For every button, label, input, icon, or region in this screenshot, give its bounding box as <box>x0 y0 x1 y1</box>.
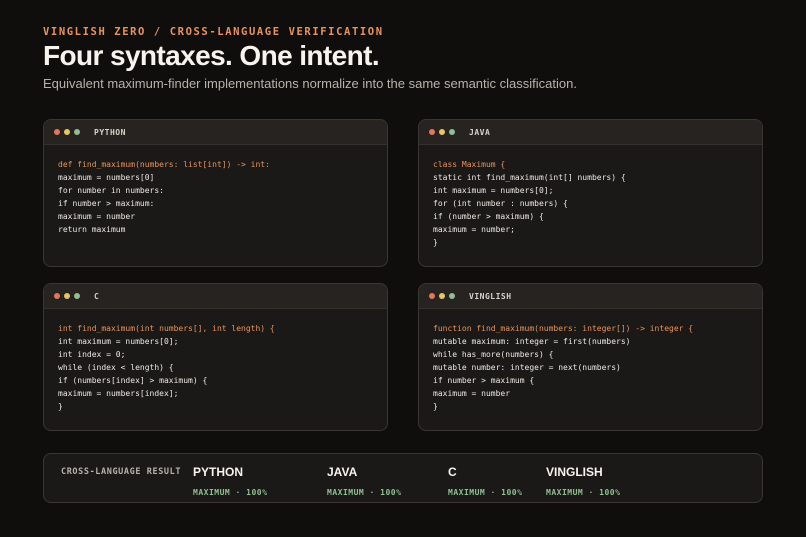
code-line: } <box>433 238 438 247</box>
window-titlebar: C <box>44 284 387 309</box>
code-line: int find_maximum(int numbers[], int leng… <box>58 324 275 333</box>
code-line: mutable number: integer = next(numbers) <box>433 363 621 372</box>
result-item-vinglish: VINGLISH MAXIMUM · 100% <box>546 465 620 497</box>
code-line: for (int number : numbers) { <box>433 199 568 208</box>
code-block: int find_maximum(int numbers[], int leng… <box>44 309 387 413</box>
code-line: } <box>433 402 438 411</box>
code-line: int maximum = numbers[0]; <box>433 186 554 195</box>
panel-language-label: C <box>94 291 100 301</box>
close-dot-icon <box>54 293 60 299</box>
panel-language-label: VINGLISH <box>469 291 512 301</box>
window-titlebar: PYTHON <box>44 120 387 145</box>
code-line: if number > maximum { <box>433 376 535 385</box>
code-panel-c: C int find_maximum(int numbers[], int le… <box>43 283 388 431</box>
window-titlebar: VINGLISH <box>419 284 762 309</box>
code-line: int index = 0; <box>58 350 126 359</box>
code-line: if number > maximum: <box>58 199 155 208</box>
close-dot-icon <box>429 129 435 135</box>
result-language-name: C <box>448 465 457 479</box>
code-line: def find_maximum(numbers: list[int]) -> … <box>58 160 270 169</box>
maximize-dot-icon <box>74 293 80 299</box>
code-line: maximum = numbers[index]; <box>58 389 179 398</box>
code-line: return maximum <box>58 225 126 234</box>
code-line: if (number > maximum) { <box>433 212 544 221</box>
minimize-dot-icon <box>64 293 70 299</box>
result-language-name: PYTHON <box>193 465 244 479</box>
eyebrow-label: VINGLISH ZERO / CROSS-LANGUAGE VERIFICAT… <box>43 26 384 38</box>
minimize-dot-icon <box>439 293 445 299</box>
code-line: function find_maximum(numbers: integer[]… <box>433 324 694 333</box>
panel-language-label: JAVA <box>469 127 491 137</box>
result-item-java: JAVA MAXIMUM · 100% <box>327 465 401 497</box>
maximize-dot-icon <box>449 129 455 135</box>
result-classification: MAXIMUM · 100% <box>448 488 523 497</box>
result-classification: MAXIMUM · 100% <box>193 488 268 497</box>
result-label: CROSS-LANGUAGE RESULT <box>61 467 182 477</box>
code-line: maximum = numbers[0] <box>58 173 155 182</box>
page-subtitle: Equivalent maximum-finder implementation… <box>43 76 577 91</box>
code-block: class Maximum { static int find_maximum(… <box>419 145 762 249</box>
panel-language-label: PYTHON <box>94 127 126 137</box>
code-line: mutable maximum: integer = first(numbers… <box>433 337 631 346</box>
minimize-dot-icon <box>64 129 70 135</box>
result-language-name: VINGLISH <box>546 465 603 479</box>
code-block: function find_maximum(numbers: integer[]… <box>419 309 762 413</box>
code-line: maximum = number; <box>433 225 515 234</box>
page-title: Four syntaxes. One intent. <box>43 40 380 71</box>
result-item-c: C MAXIMUM · 100% <box>448 465 522 497</box>
minimize-dot-icon <box>439 129 445 135</box>
code-line: while has_more(numbers) { <box>433 350 554 359</box>
close-dot-icon <box>54 129 60 135</box>
code-line: class Maximum { <box>433 160 506 169</box>
result-language-name: JAVA <box>327 465 358 479</box>
code-line: for number in numbers: <box>58 186 164 195</box>
code-panel-vinglish: VINGLISH function find_maximum(numbers: … <box>418 283 763 431</box>
maximize-dot-icon <box>74 129 80 135</box>
code-panel-java: JAVA class Maximum { static int find_max… <box>418 119 763 267</box>
code-line: int maximum = numbers[0]; <box>58 337 179 346</box>
code-line: while (index < length) { <box>58 363 174 372</box>
result-item-python: PYTHON MAXIMUM · 100% <box>193 465 267 497</box>
code-line: maximum = number <box>58 212 136 221</box>
code-line: if (numbers[index] > maximum) { <box>58 376 208 385</box>
code-line: maximum = number <box>433 389 511 398</box>
maximize-dot-icon <box>449 293 455 299</box>
close-dot-icon <box>429 293 435 299</box>
cross-language-result-bar: CROSS-LANGUAGE RESULT PYTHON MAXIMUM · 1… <box>43 453 763 503</box>
result-classification: MAXIMUM · 100% <box>327 488 402 497</box>
code-line: static int find_maximum(int[] numbers) { <box>433 173 626 182</box>
code-panel-python: PYTHON def find_maximum(numbers: list[in… <box>43 119 388 267</box>
code-block: def find_maximum(numbers: list[int]) -> … <box>44 145 387 236</box>
window-titlebar: JAVA <box>419 120 762 145</box>
result-classification: MAXIMUM · 100% <box>546 488 621 497</box>
code-line: } <box>58 402 63 411</box>
